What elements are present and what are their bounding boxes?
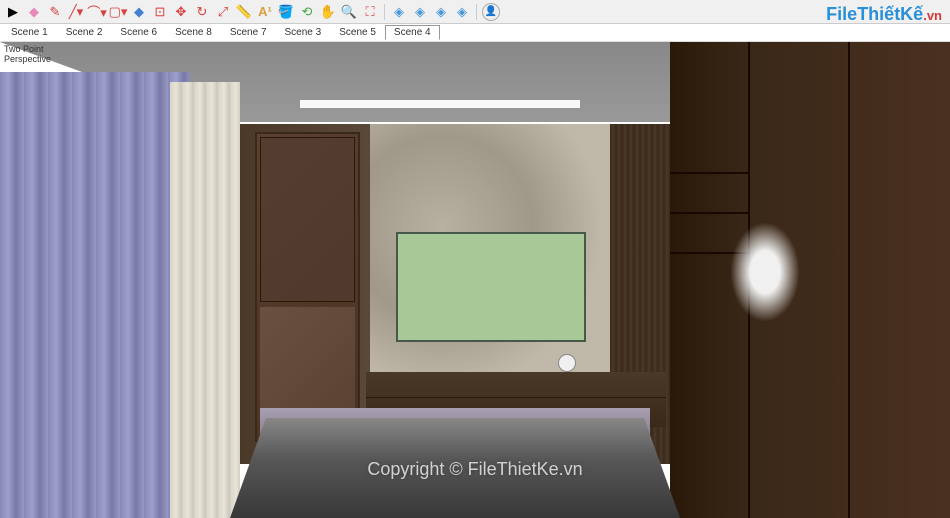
logo-part3: .vn bbox=[923, 8, 942, 23]
move-tool-icon[interactable]: ✥ bbox=[172, 3, 190, 21]
cabinet-glass bbox=[260, 137, 355, 302]
paint-tool-icon[interactable]: 🪣 bbox=[277, 3, 295, 21]
scene-tabs-bar: Scene 1 Scene 2 Scene 6 Scene 8 Scene 7 … bbox=[0, 24, 950, 42]
user-icon[interactable]: 👤 bbox=[482, 3, 500, 21]
offset-tool-icon[interactable]: ⊡ bbox=[151, 3, 169, 21]
logo-part2: ThiếtKế bbox=[857, 4, 923, 24]
tv-screen bbox=[396, 232, 586, 342]
text-tool-icon[interactable]: A¹ bbox=[256, 3, 274, 21]
select-tool-icon[interactable]: ▶ bbox=[4, 3, 22, 21]
shelf-2 bbox=[670, 212, 750, 214]
scene-tab-7[interactable]: Scene 7 bbox=[221, 25, 276, 40]
shape-tool-icon[interactable]: ▢▾ bbox=[109, 3, 127, 21]
zoom-tool-icon[interactable]: 🔍 bbox=[340, 3, 358, 21]
projection-line1: Two Point bbox=[4, 44, 51, 54]
scene-tab-2[interactable]: Scene 2 bbox=[57, 25, 112, 40]
toolbar-separator bbox=[476, 4, 477, 20]
zoom-extents-tool-icon[interactable]: ⛶ bbox=[361, 3, 379, 21]
scene-tab-5[interactable]: Scene 5 bbox=[330, 25, 385, 40]
arc-tool-icon[interactable]: ⌒▾ bbox=[88, 3, 106, 21]
shelf-1 bbox=[670, 172, 750, 174]
hanging-garment bbox=[730, 222, 800, 322]
scene-tab-8[interactable]: Scene 8 bbox=[166, 25, 221, 40]
line-tool-icon[interactable]: ╱▾ bbox=[67, 3, 85, 21]
scale-tool-icon[interactable]: ⤢ bbox=[214, 3, 232, 21]
eraser-tool-icon[interactable]: ◆ bbox=[25, 3, 43, 21]
wardrobe-edge-2 bbox=[848, 42, 850, 518]
site-logo: FileThiếtKế.vn bbox=[826, 4, 942, 25]
scene-tab-1[interactable]: Scene 1 bbox=[2, 25, 57, 40]
pushpull-tool-icon[interactable]: ◆ bbox=[130, 3, 148, 21]
pencil-tool-icon[interactable]: ✎ bbox=[46, 3, 64, 21]
bedroom-scene bbox=[0, 42, 950, 518]
desk-clock bbox=[558, 354, 576, 372]
scene-tab-6[interactable]: Scene 6 bbox=[111, 25, 166, 40]
logo-part1: File bbox=[826, 4, 857, 24]
wardrobe bbox=[670, 42, 950, 518]
rotate-tool-icon[interactable]: ↻ bbox=[193, 3, 211, 21]
pan-tool-icon[interactable]: ✋ bbox=[319, 3, 337, 21]
layers1-icon[interactable]: ◈ bbox=[390, 3, 408, 21]
scene-tab-4[interactable]: Scene 4 bbox=[385, 25, 440, 40]
orbit-tool-icon[interactable]: ⟲ bbox=[298, 3, 316, 21]
layers2-icon[interactable]: ◈ bbox=[411, 3, 429, 21]
scene-tab-3[interactable]: Scene 3 bbox=[276, 25, 331, 40]
projection-label: Two Point Perspective bbox=[4, 44, 51, 64]
tape-tool-icon[interactable]: 📏 bbox=[235, 3, 253, 21]
curtain-purple bbox=[0, 72, 190, 518]
layers3-icon[interactable]: ◈ bbox=[432, 3, 450, 21]
main-toolbar: ▶ ◆ ✎ ╱▾ ⌒▾ ▢▾ ◆ ⊡ ✥ ↻ ⤢ 📏 A¹ 🪣 ⟲ ✋ 🔍 ⛶ … bbox=[0, 0, 950, 24]
layers4-icon[interactable]: ◈ bbox=[453, 3, 471, 21]
ceiling-light bbox=[300, 100, 580, 108]
curtain-sheer bbox=[170, 82, 240, 518]
copyright-watermark: Copyright © FileThietKe.vn bbox=[367, 459, 582, 480]
3d-viewport[interactable] bbox=[0, 42, 950, 518]
toolbar-separator bbox=[384, 4, 385, 20]
projection-line2: Perspective bbox=[4, 54, 51, 64]
tv-stand-drawer-line bbox=[366, 397, 666, 398]
